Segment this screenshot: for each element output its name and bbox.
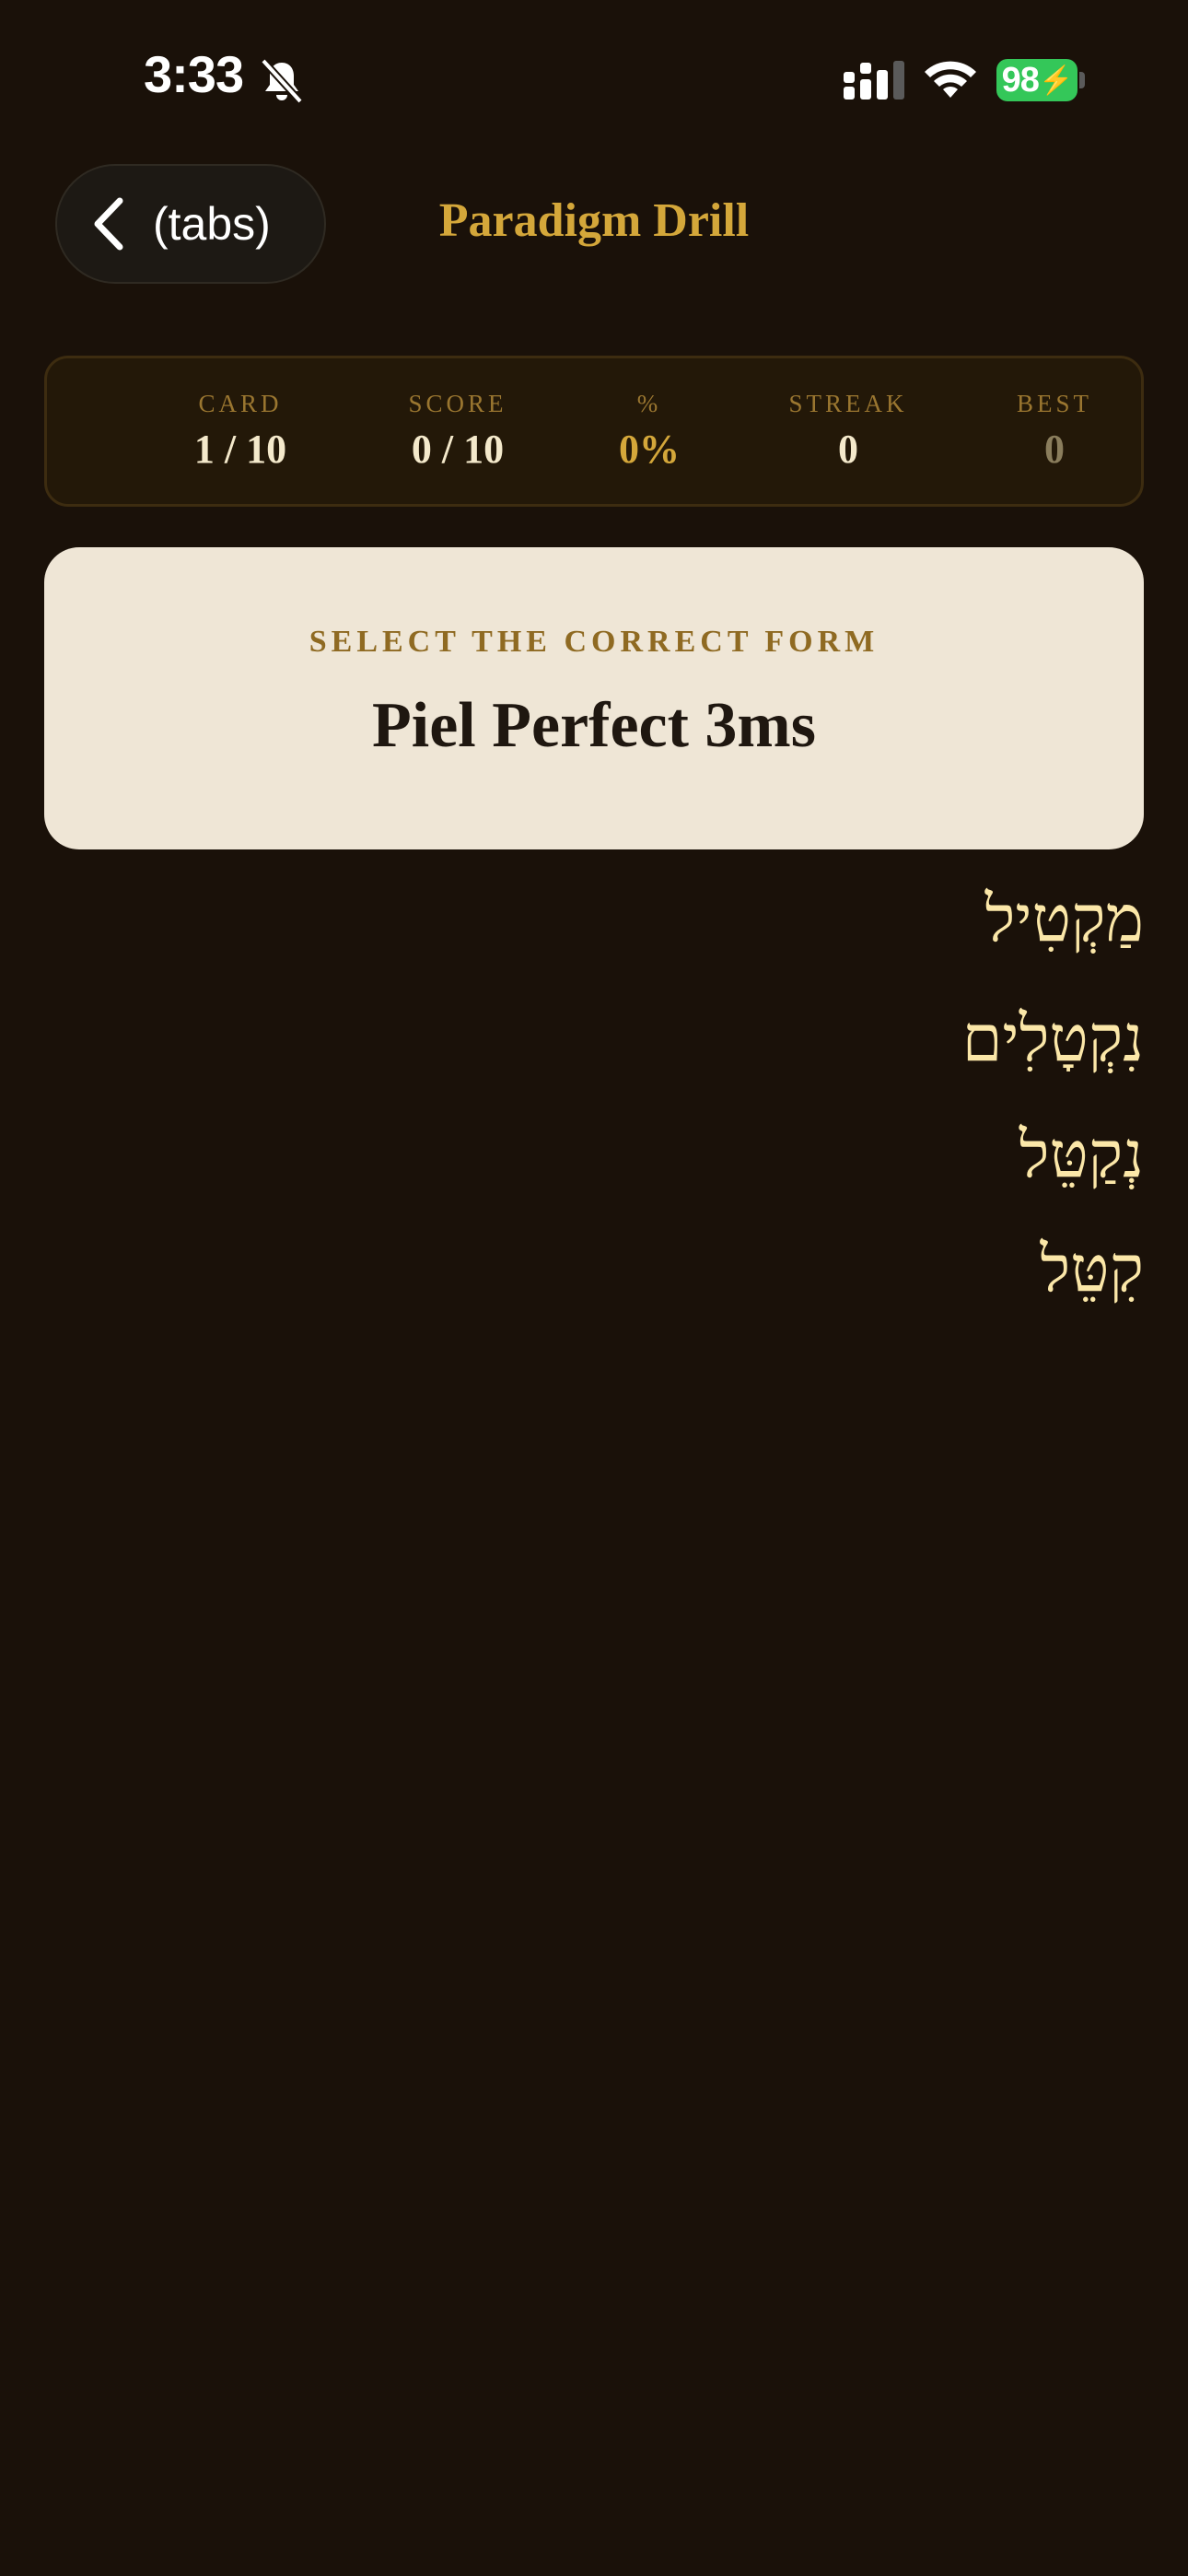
stat-value: 0% xyxy=(619,427,680,472)
status-time: 3:33 xyxy=(144,45,244,103)
stat-value: 0 xyxy=(1044,427,1065,472)
battery-charging-icon: 98 ⚡ xyxy=(996,59,1077,101)
stat-value: 0 / 10 xyxy=(411,427,505,472)
answer-option[interactable]: מַקְטִיל xyxy=(591,881,1144,982)
answer-option[interactable]: קִטֵּל xyxy=(591,1231,1145,1332)
chevron-left-icon xyxy=(94,197,123,251)
stat-label: CARD xyxy=(198,390,283,417)
stat-card: CARD 1 / 10 xyxy=(139,390,342,473)
status-bar: 3:33 98 ⚡ xyxy=(0,0,1188,157)
answer-option[interactable]: נִקְטָלִים xyxy=(591,1001,1144,1102)
back-button-label: (tabs) xyxy=(153,198,271,250)
stat-percent: % 0% xyxy=(548,390,751,473)
wifi-icon xyxy=(925,61,976,98)
answer-option[interactable]: נְקַטֵּל xyxy=(591,1117,1144,1218)
prompt-text: Piel Perfect 3ms xyxy=(372,690,816,761)
back-button[interactable]: (tabs) xyxy=(55,164,326,284)
stat-value: 1 / 10 xyxy=(193,427,287,472)
prompt-card: SELECT THE CORRECT FORM Piel Perfect 3ms xyxy=(44,547,1144,849)
prompt-label: SELECT THE CORRECT FORM xyxy=(309,625,879,659)
stat-label: SCORE xyxy=(408,390,507,417)
stat-label: % xyxy=(636,390,662,417)
stat-label: STREAK xyxy=(788,390,908,417)
stat-best: BEST 0 xyxy=(953,390,1156,473)
page-title: Paradigm Drill xyxy=(438,194,750,247)
stats-panel: CARD 1 / 10 SCORE 0 / 10 % 0% STREAK 0 B… xyxy=(44,356,1144,507)
cellular-signal-icon xyxy=(844,61,904,100)
stat-value: 0 xyxy=(838,427,858,472)
bell-slash-icon xyxy=(261,58,303,104)
drill-screen: 3:33 98 ⚡ (tabs) Paradigm Drill CARD 1 /… xyxy=(0,0,1188,2576)
battery-level: 98 xyxy=(1001,60,1040,100)
battery-cap xyxy=(1079,72,1085,88)
stat-streak: STREAK 0 xyxy=(747,390,949,473)
stat-score: SCORE 0 / 10 xyxy=(356,390,559,473)
stat-label: BEST xyxy=(1016,390,1092,417)
